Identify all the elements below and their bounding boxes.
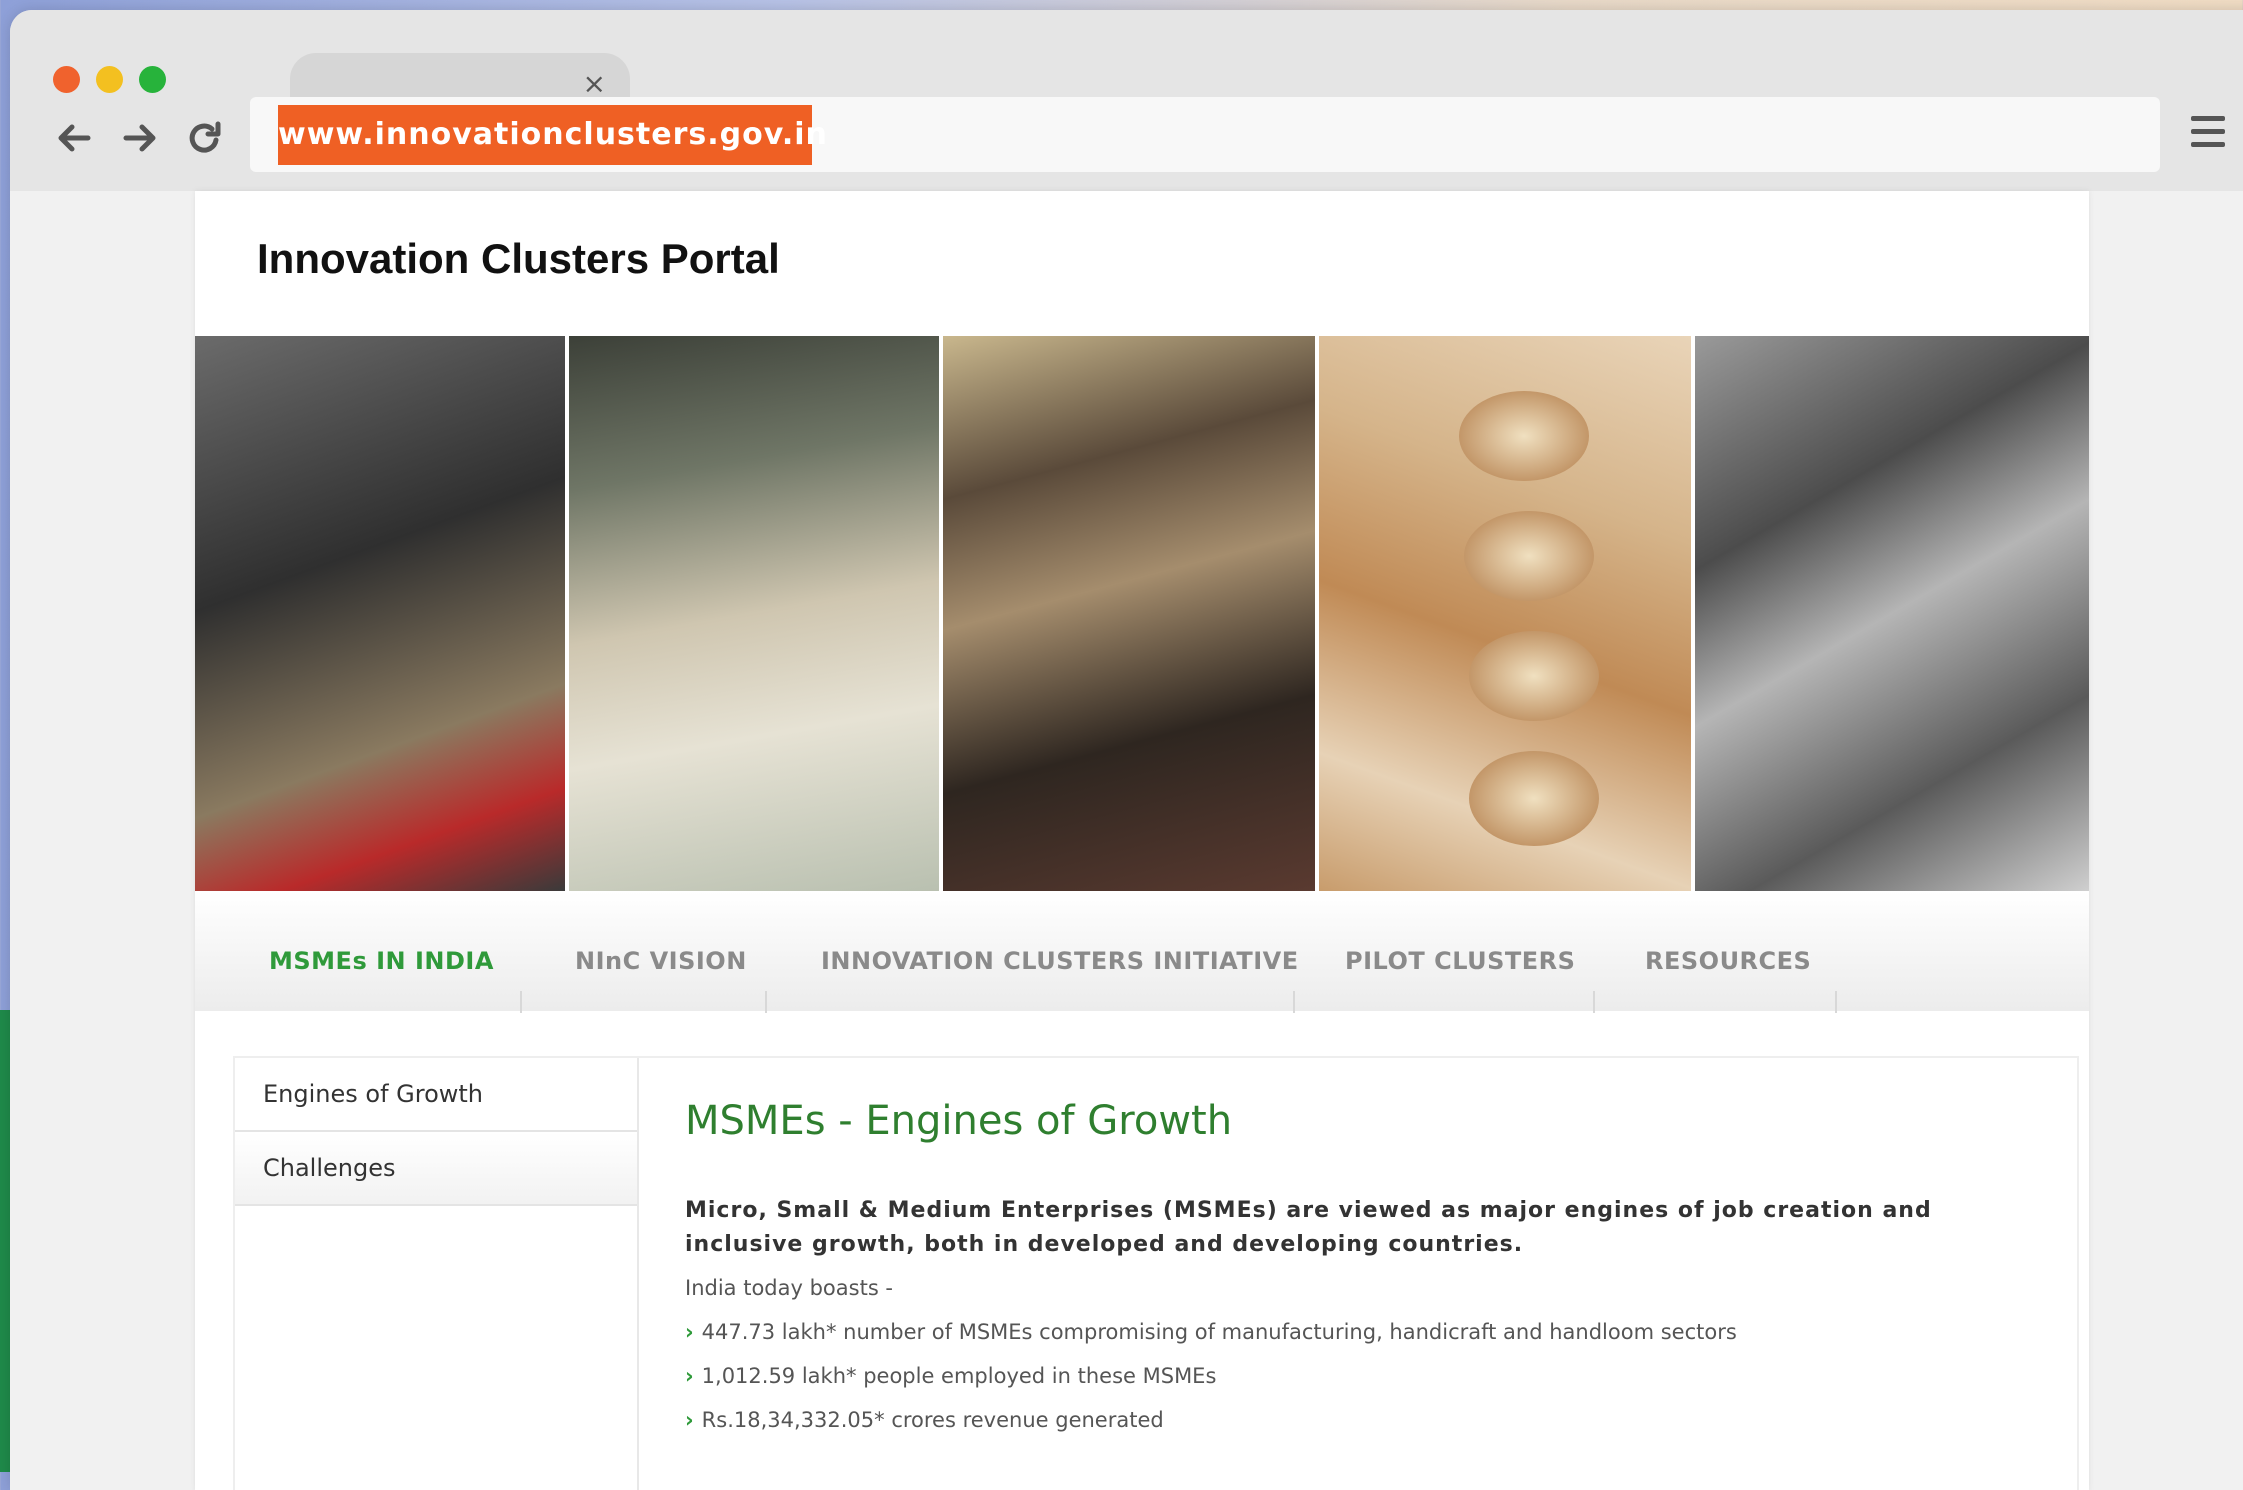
maximize-window-button[interactable] [139,66,166,93]
list-item: › 1,012.59 lakh* people employed in these… [685,1364,2025,1388]
bullet-text: 1,012.59 lakh* people employed in these … [701,1364,1217,1388]
menu-icon[interactable] [2191,116,2225,155]
list-item: › Rs.18,34,332.05* crores revenue generat… [685,1408,2025,1432]
minimize-window-button[interactable] [96,66,123,93]
nav-divider [765,991,767,1013]
nav-innovation-clusters-initiative[interactable]: INNOVATION CLUSTERS INITIATIVE [821,947,1299,975]
close-window-button[interactable] [53,66,80,93]
article-heading: MSMEs - Engines of Growth [685,1098,1233,1144]
nav-divider [1835,991,1837,1013]
laboratory-image [195,336,565,891]
machine-gears-image [1695,336,2089,891]
nav-ninc-vision[interactable]: NInC VISION [575,947,747,975]
article-lead: Micro, Small & Medium Enterprises (MSMEs… [685,1198,1932,1257]
sidebar: Engines of Growth Challenges [235,1058,639,1490]
sidebar-item-engines-of-growth[interactable]: Engines of Growth [235,1058,637,1132]
bullet-chevron-icon: › [685,1408,694,1432]
handicraft-lanterns-image [943,336,1315,891]
reload-icon[interactable] [185,118,225,169]
nav-resources[interactable]: RESOURCES [1645,947,1811,975]
bullet-chevron-icon: › [685,1320,694,1344]
forward-arrow-icon[interactable] [120,118,160,169]
main-navigation: MSMEs IN INDIA NInC VISION INNOVATION CL… [195,891,2089,1013]
browser-window: × www.innovationclusters.gov.in Innovati… [10,10,2243,1490]
article-intro: India today boasts - [685,1276,894,1300]
workshop-image [569,336,939,891]
nav-divider [520,991,522,1013]
nav-pilot-clusters[interactable]: PILOT CLUSTERS [1345,947,1575,975]
nav-divider [1293,991,1295,1013]
list-item: › 447.73 lakh* number of MSMEs compromisi… [685,1320,2025,1344]
back-arrow-icon[interactable] [54,118,94,169]
article: MSMEs - Engines of Growth Micro, Small &… [685,1098,2025,1432]
nav-divider [1593,991,1595,1013]
browser-chrome: × www.innovationclusters.gov.in [10,10,2243,191]
banner-collage [195,336,2089,891]
bullet-text: Rs.18,34,332.05* crores revenue generate… [701,1408,1164,1432]
url-text[interactable]: www.innovationclusters.gov.in [278,105,827,165]
spices-image [1319,336,1691,891]
bullet-text: 447.73 lakh* number of MSMEs compromisin… [701,1320,1737,1344]
nav-msmes-in-india[interactable]: MSMEs IN INDIA [269,947,494,975]
bullet-chevron-icon: › [685,1364,694,1388]
site-title: Innovation Clusters Portal [257,235,780,282]
web-page: Innovation Clusters Portal MSMEs IN INDI… [195,191,2089,1490]
sidebar-item-challenges[interactable]: Challenges [235,1132,637,1206]
tab-close-icon[interactable]: × [583,67,606,100]
content-area: Engines of Growth Challenges MSMEs - Eng… [233,1056,2079,1490]
